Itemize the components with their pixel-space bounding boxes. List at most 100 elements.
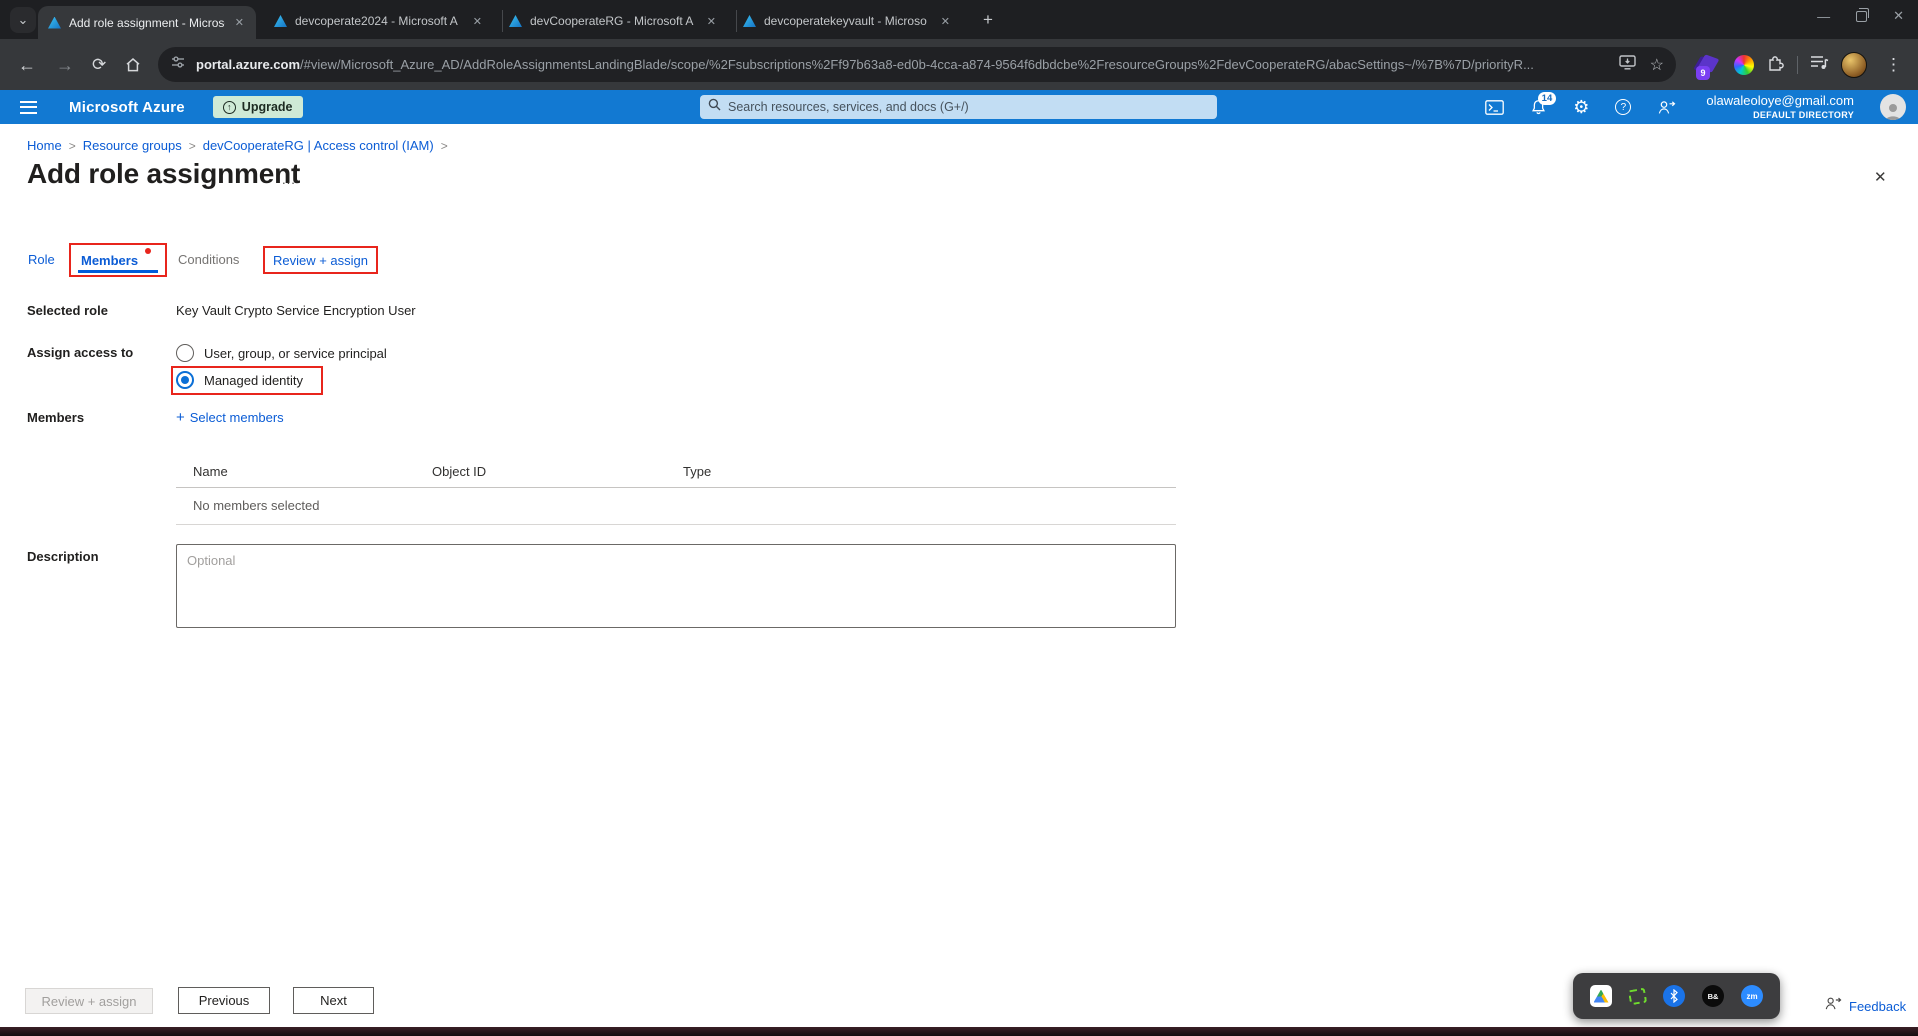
new-tab-button[interactable]: +: [976, 8, 1000, 32]
description-textarea[interactable]: [176, 544, 1176, 628]
reload-icon[interactable]: ⟳: [88, 52, 110, 77]
table-empty-message: No members selected: [193, 498, 320, 513]
install-app-icon[interactable]: [1618, 54, 1636, 75]
feedback-person-outline-icon: [1824, 996, 1842, 1016]
home-icon[interactable]: [120, 52, 146, 78]
hamburger-menu-icon[interactable]: [14, 95, 43, 120]
tab-close-icon[interactable]: ✕: [233, 16, 246, 29]
description-label: Description: [27, 549, 99, 564]
tab-title: devcoperate2024 - Microsoft A: [295, 14, 458, 28]
annotation-box-review-assign: Review + assign: [263, 246, 378, 274]
chevron-down-icon: ⌄: [17, 12, 29, 27]
url-text[interactable]: portal.azure.com/#view/Microsoft_Azure_A…: [196, 57, 1611, 72]
review-assign-button[interactable]: Review + assign: [25, 988, 153, 1014]
url-bar-actions: ☆: [1618, 54, 1664, 75]
breadcrumb-separator: >: [188, 138, 196, 153]
extensions-puzzle-icon[interactable]: [1766, 53, 1785, 77]
radio-label: User, group, or service principal: [204, 345, 387, 361]
extension-icon[interactable]: 9: [1696, 53, 1722, 80]
account-info[interactable]: olawaleoloye@gmail.com DEFAULT DIRECTORY: [1706, 93, 1854, 121]
window-controls: — ✕: [1817, 7, 1904, 24]
azure-brand[interactable]: Microsoft Azure: [69, 99, 185, 116]
azure-favicon-icon: [48, 16, 61, 29]
url-bar[interactable]: portal.azure.com/#view/Microsoft_Azure_A…: [158, 47, 1676, 82]
more-actions-icon[interactable]: ...: [282, 172, 296, 187]
desktop-edge-strip: [0, 1027, 1918, 1036]
account-avatar[interactable]: [1880, 94, 1906, 120]
upgrade-arrow-icon: ↑: [222, 100, 236, 114]
browser-tab-2[interactable]: devcoperate2024 - Microsoft A ✕: [268, 10, 490, 32]
active-tab-underline: [78, 270, 158, 273]
feedback-link[interactable]: Feedback: [1824, 996, 1906, 1016]
close-blade-icon[interactable]: ✕: [1874, 168, 1887, 186]
upgrade-label: Upgrade: [241, 100, 293, 114]
breadcrumb-home[interactable]: Home: [27, 138, 62, 153]
search-input[interactable]: [728, 100, 1209, 114]
unsaved-changes-dot: [145, 248, 151, 254]
bluetooth-icon[interactable]: [1663, 985, 1685, 1007]
tab-close-icon[interactable]: ✕: [705, 15, 718, 28]
column-header-object-id: Object ID: [432, 464, 487, 479]
annotation-box-managed-identity: [171, 366, 323, 395]
breadcrumb-separator: >: [440, 138, 448, 153]
azure-favicon-icon: [509, 15, 522, 27]
window-close-icon[interactable]: ✕: [1893, 8, 1904, 24]
minimize-icon[interactable]: —: [1817, 9, 1830, 24]
table-bottom-divider: [176, 524, 1176, 525]
screenshot-tool-icon[interactable]: [1627, 987, 1648, 1005]
bang-olufsen-icon[interactable]: B&: [1702, 985, 1724, 1007]
browser-menu-icon[interactable]: ⋮: [1879, 55, 1908, 75]
account-directory: DEFAULT DIRECTORY: [1753, 109, 1854, 120]
url-domain: portal.azure.com: [196, 57, 301, 72]
next-button[interactable]: Next: [293, 987, 374, 1014]
browser-tab-4[interactable]: devcoperatekeyvault - Microso ✕: [736, 10, 958, 32]
breadcrumb-separator: >: [68, 138, 76, 153]
tab-close-icon[interactable]: ✕: [939, 15, 952, 28]
breadcrumb: Home > Resource groups > devCooperateRG …: [27, 138, 448, 153]
site-settings-icon[interactable]: [170, 54, 186, 75]
media-playlist-icon[interactable]: [1810, 54, 1829, 75]
tab-review-assign[interactable]: Review + assign: [273, 253, 368, 268]
azure-favicon-icon: [274, 15, 287, 27]
help-icon[interactable]: ?: [1615, 99, 1632, 115]
settings-gear-icon[interactable]: ⚙: [1573, 97, 1589, 118]
forward-icon[interactable]: →: [52, 52, 78, 78]
members-label: Members: [27, 410, 85, 425]
previous-button[interactable]: Previous: [178, 987, 270, 1014]
tab-title: devCooperateRG - Microsoft A: [530, 14, 694, 28]
browser-tab-active[interactable]: Add role assignment - Microsof ✕: [38, 6, 256, 39]
tab-close-icon[interactable]: ✕: [471, 15, 484, 28]
zoom-app-icon[interactable]: zm: [1741, 985, 1763, 1007]
breadcrumb-resource-groups[interactable]: Resource groups: [83, 138, 182, 153]
selected-role-value: Key Vault Crypto Service Encryption User: [176, 303, 416, 318]
search-icon: [708, 98, 721, 116]
column-header-type: Type: [683, 464, 712, 479]
selected-role-label: Selected role: [27, 303, 108, 318]
tab-role[interactable]: Role: [28, 252, 55, 267]
notifications-bell-icon[interactable]: 14: [1530, 91, 1557, 116]
breadcrumb-resource-iam[interactable]: devCooperateRG | Access control (IAM): [203, 138, 434, 153]
tab-conditions[interactable]: Conditions: [178, 252, 239, 267]
azure-search-box[interactable]: [700, 95, 1217, 119]
tab-search-button[interactable]: ⌄: [10, 7, 36, 33]
cloud-shell-icon[interactable]: [1485, 99, 1505, 115]
browser-tab-3[interactable]: devCooperateRG - Microsoft A ✕: [502, 10, 724, 32]
bookmark-star-icon[interactable]: ☆: [1650, 55, 1664, 75]
tab-title: devcoperatekeyvault - Microso: [764, 14, 927, 28]
back-icon[interactable]: ←: [14, 52, 40, 78]
tab-members[interactable]: Members: [81, 253, 138, 268]
restore-icon[interactable]: [1856, 7, 1870, 22]
column-header-name: Name: [193, 464, 228, 479]
feedback-person-icon[interactable]: [1657, 100, 1676, 115]
google-drive-icon[interactable]: [1590, 985, 1612, 1007]
browser-toolbar: ← → ⟳ portal.azure.com/#view/Microsoft_A…: [0, 39, 1918, 90]
radio-user-group-service-principal[interactable]: User, group, or service principal: [176, 344, 387, 362]
upgrade-button[interactable]: ↑ Upgrade: [212, 96, 303, 118]
azure-favicon-icon: [743, 15, 756, 27]
radio-unselected-icon[interactable]: [176, 344, 194, 362]
select-members-text: Select members: [189, 410, 284, 425]
browser-profile-avatar[interactable]: [1841, 51, 1867, 78]
table-header-divider: [176, 487, 1176, 488]
color-wheel-extension-icon[interactable]: [1734, 54, 1754, 75]
select-members-link[interactable]: + Select members: [176, 410, 284, 425]
